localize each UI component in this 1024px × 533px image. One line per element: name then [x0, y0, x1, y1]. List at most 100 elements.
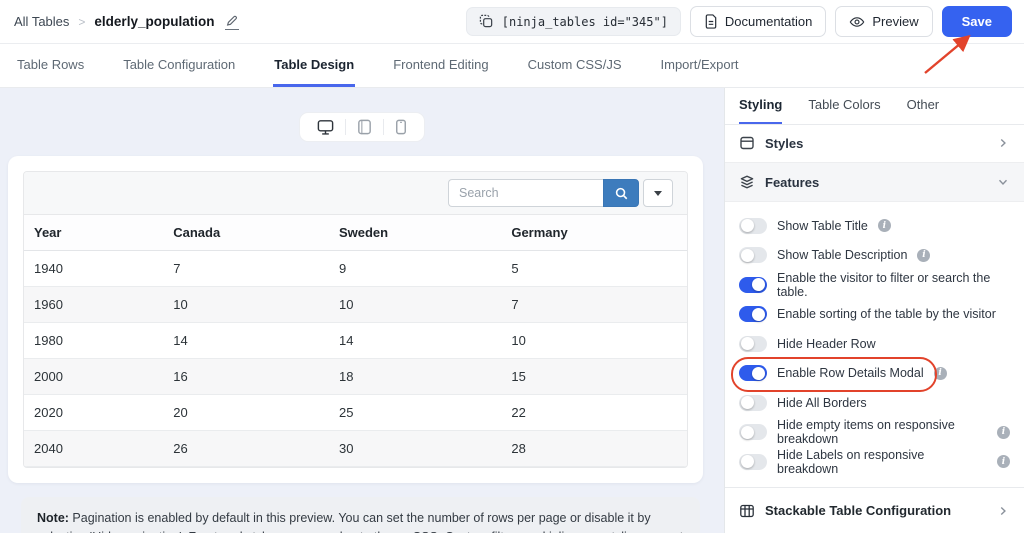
copy-icon	[479, 14, 493, 28]
device-desktop-button[interactable]	[306, 116, 345, 138]
search-input[interactable]	[448, 179, 603, 207]
pencil-icon	[227, 15, 238, 26]
toggle-label: Show Table Description	[777, 248, 908, 263]
chevron-down-icon	[998, 179, 1008, 186]
save-button[interactable]: Save	[941, 6, 1012, 37]
table-row[interactable]: 2040 26 30 28	[24, 430, 687, 467]
cell-year: 1980	[24, 322, 164, 359]
preview-label: Preview	[872, 14, 919, 29]
cell-year: 2000	[24, 358, 164, 395]
features-icon	[740, 175, 754, 189]
info-icon: i	[997, 425, 1010, 439]
breadcrumb: All Tables > elderly_population	[14, 14, 240, 30]
main-tab[interactable]: Custom CSS/JS	[527, 44, 623, 87]
preview-button[interactable]: Preview	[835, 6, 933, 37]
cell-sweden: 25	[328, 394, 502, 431]
toggle-switch[interactable]	[739, 217, 767, 234]
table-row[interactable]: 2000 16 18 15	[24, 358, 687, 395]
table-shell: Year Canada Sweden Germany 1940 7	[23, 171, 688, 468]
main-tab[interactable]: Import/Export	[660, 44, 740, 87]
ninja-tables-editor: All Tables > elderly_population [ninja_t…	[0, 0, 1024, 533]
styles-section-header[interactable]: Styles	[725, 125, 1024, 164]
chevron-right-icon	[1000, 506, 1006, 515]
styles-icon	[740, 137, 754, 150]
sidebar-tab[interactable]: Styling	[739, 88, 783, 124]
cell-sweden: 9	[328, 250, 502, 287]
toggle-switch[interactable]	[739, 306, 767, 323]
main-tab[interactable]: Table Design	[273, 44, 356, 87]
toggle-label: Hide Labels on responsive breakdown	[777, 447, 925, 476]
toggle-switch[interactable]	[739, 394, 767, 411]
column-header-sweden[interactable]: Sweden	[328, 215, 502, 251]
search-dropdown-button[interactable]	[643, 179, 673, 207]
table-row[interactable]: 1960 10 10 7	[24, 286, 687, 323]
features-toggle-list: Show Table Title i Show Table Descriptio…	[725, 202, 1024, 477]
sidebar-tab-bar: Styling Table Colors Other	[725, 88, 1024, 125]
toggle-row: Enable sorting of the table by the visit…	[739, 299, 1010, 329]
cell-year: 1940	[24, 250, 164, 287]
search-strip	[24, 172, 687, 215]
toggle-switch[interactable]	[739, 365, 767, 382]
toggle-label: Enable Row Details Modal	[777, 366, 924, 381]
cell-sweden: 18	[328, 358, 502, 395]
cell-germany: 7	[501, 286, 687, 323]
info-icon: i	[933, 366, 947, 380]
toggle-row: Hide Labels on responsive breakdown i	[739, 447, 1010, 477]
stackable-section-header[interactable]: Stackable Table Configuration	[725, 487, 1024, 533]
chevron-right-icon	[1000, 139, 1006, 148]
info-icon: i	[917, 248, 931, 262]
cell-canada: 26	[163, 430, 329, 467]
device-tablet-button[interactable]	[346, 116, 383, 138]
column-header-germany[interactable]: Germany	[501, 215, 687, 251]
toggle-label: Hide All Borders	[777, 395, 867, 410]
page-title: elderly_population	[94, 14, 215, 29]
toggle-switch[interactable]	[739, 453, 767, 470]
cell-germany: 5	[501, 250, 687, 287]
features-section-header[interactable]: Features	[725, 163, 1024, 202]
device-switcher	[299, 112, 425, 142]
table-row[interactable]: 1980 14 14 10	[24, 322, 687, 359]
toggle-row: Enable the visitor to filter or search t…	[739, 270, 1010, 300]
toggle-row: Show Table Description i	[739, 240, 1010, 270]
shortcode-text: [ninja_tables id="345"]	[501, 14, 668, 29]
documentation-button[interactable]: Documentation	[689, 6, 827, 37]
table-row[interactable]: 1940 7 9 5	[24, 250, 687, 287]
note-text: Pagination is enabled by default in this…	[37, 511, 683, 533]
toggle-switch[interactable]	[739, 247, 767, 264]
stackable-section-label: Stackable Table Configuration	[765, 503, 952, 519]
toggle-switch[interactable]	[739, 424, 767, 441]
preview-table: Year Canada Sweden Germany 1940 7 9 5 19…	[24, 215, 687, 467]
toggle-row: Hide All Borders i	[739, 388, 1010, 418]
breadcrumb-all-tables[interactable]: All Tables	[14, 14, 69, 29]
cell-canada: 10	[163, 286, 329, 323]
edit-title-button[interactable]	[225, 14, 240, 30]
toggle-switch[interactable]	[739, 276, 767, 293]
toggle-row: Show Table Title i	[739, 211, 1010, 241]
top-bar: All Tables > elderly_population [ninja_t…	[0, 0, 1024, 44]
toggle-row: Enable Row Details Modal i	[731, 357, 1010, 392]
cell-year: 1960	[24, 286, 164, 323]
table-row[interactable]: 2020 20 25 22	[24, 394, 687, 431]
column-header-year[interactable]: Year	[24, 215, 164, 251]
main-tab-bar: Table Rows Table Configuration Table Des…	[0, 44, 1024, 88]
search-button[interactable]	[603, 179, 639, 207]
sidebar-tab[interactable]: Other	[907, 88, 940, 124]
device-mobile-button[interactable]	[384, 116, 418, 138]
cell-germany: 10	[501, 322, 687, 359]
toggle-switch[interactable]	[739, 335, 767, 352]
toggle-label: Enable the visitor to filter or search t…	[777, 270, 991, 299]
settings-sidebar: Styling Table Colors Other Styles Featur…	[724, 88, 1024, 533]
tablet-icon	[358, 119, 371, 135]
cell-year: 2040	[24, 430, 164, 467]
shortcode-chip[interactable]: [ninja_tables id="345"]	[465, 7, 681, 36]
main-tab[interactable]: Frontend Editing	[392, 44, 489, 87]
table-header-row: Year Canada Sweden Germany	[24, 215, 687, 251]
main-tab[interactable]: Table Configuration	[122, 44, 236, 87]
topbar-actions: [ninja_tables id="345"] Documentation Pr…	[465, 6, 1012, 37]
mobile-icon	[396, 119, 406, 135]
main-tab[interactable]: Table Rows	[16, 44, 85, 87]
toggle-row: Hide Header Row i	[739, 329, 1010, 359]
note-label: Note:	[37, 511, 69, 525]
column-header-canada[interactable]: Canada	[163, 215, 329, 251]
sidebar-tab[interactable]: Table Colors	[808, 88, 880, 124]
